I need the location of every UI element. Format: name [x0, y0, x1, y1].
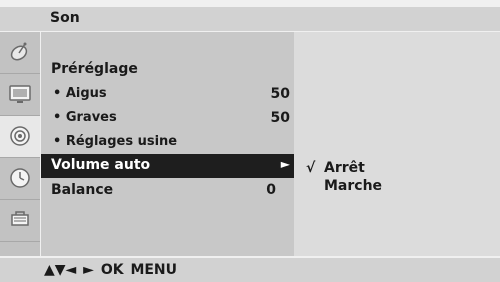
lock-icon — [11, 211, 29, 226]
menu-item-treble[interactable]: • Aigus 50 — [41, 83, 294, 107]
category-time[interactable] — [0, 158, 40, 200]
footer-bar: ▲▼◄ ► OK MENU — [0, 258, 500, 282]
check-icon: √ — [306, 160, 316, 176]
menu-item-label: Balance — [51, 182, 114, 198]
satellite-dish-icon — [10, 42, 28, 61]
category-sound[interactable] — [0, 116, 40, 158]
menu-item-preset[interactable]: Préréglage — [41, 58, 294, 82]
category-picture[interactable] — [0, 74, 40, 116]
menu-item-label: • Réglages usine — [53, 134, 178, 149]
tv-screen-icon — [9, 85, 31, 103]
category-icon-column — [0, 32, 40, 256]
tv-osd-frame: Son Préréglage • Aigus 50 • Graves 50 • … — [0, 0, 500, 282]
sound-menu-panel: Préréglage • Aigus 50 • Graves 50 • Régl… — [41, 32, 294, 256]
option-off[interactable]: Arrêt — [324, 160, 365, 176]
menu-item-label: • Aigus — [53, 86, 107, 101]
menu-item-label: Volume auto — [51, 157, 151, 173]
navigation-hint: ▲▼◄ ► OK MENU — [44, 262, 178, 278]
menu-item-label: • Graves — [53, 110, 117, 125]
category-lock[interactable] — [0, 200, 40, 242]
page-title: Son — [50, 10, 80, 26]
menu-item-value: 0 — [266, 182, 276, 198]
menu-item-balance[interactable]: Balance 0 — [41, 179, 294, 203]
category-channel[interactable] — [0, 32, 40, 74]
menu-item-bass[interactable]: • Graves 50 — [41, 107, 294, 131]
menu-item-label: Préréglage — [51, 61, 138, 77]
menu-item-factory-settings[interactable]: • Réglages usine — [41, 131, 294, 155]
menu-item-auto-volume[interactable]: Volume auto ► — [41, 154, 294, 178]
auto-volume-options-panel: √ Arrêt Marche — [294, 32, 500, 256]
menu-item-value: 50 — [270, 86, 290, 102]
menu-item-value: 50 — [270, 110, 290, 126]
speaker-icon — [10, 126, 30, 146]
option-on[interactable]: Marche — [324, 178, 382, 194]
right-arrow-icon: ► — [280, 157, 290, 171]
title-bar: Son — [0, 7, 500, 31]
clock-icon — [10, 168, 30, 188]
